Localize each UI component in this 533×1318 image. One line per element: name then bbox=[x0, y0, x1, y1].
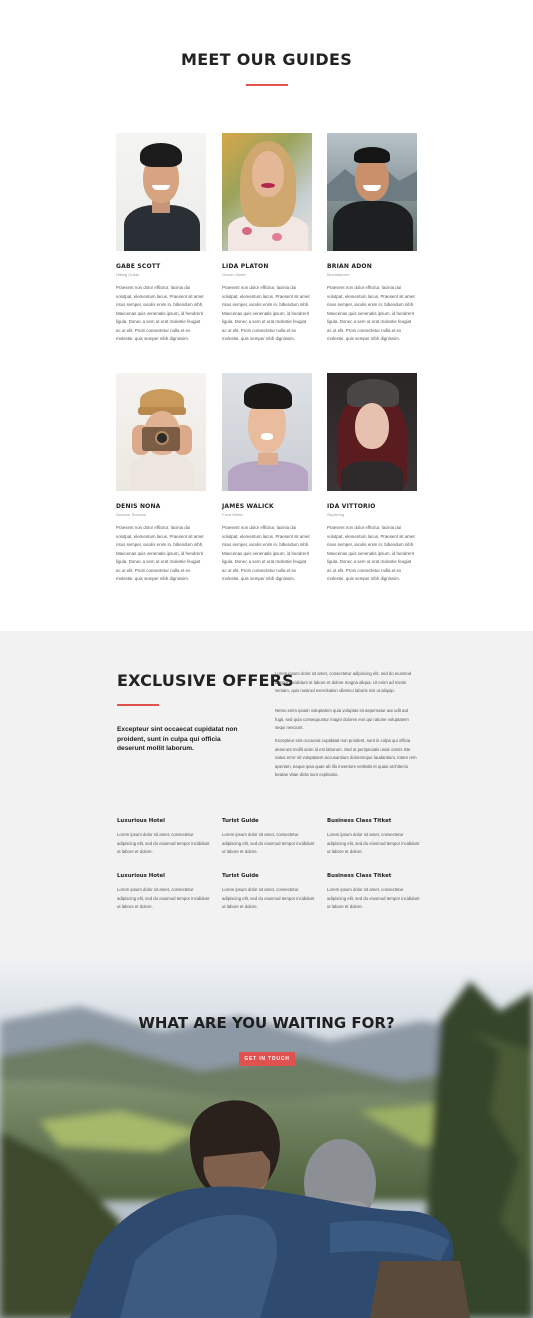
guide-bio: Praesent non dolor efficitur, lacinia du… bbox=[327, 525, 415, 581]
cta-title: WHAT ARE YOU WAITING FOR? bbox=[138, 1014, 395, 1032]
offers-paragraph: Lorem ipsum dolor sit amet, consectetur … bbox=[275, 671, 412, 693]
offers-title-divider bbox=[117, 704, 159, 706]
guide-role: Mountaineer bbox=[327, 272, 350, 277]
guide-photo bbox=[222, 373, 312, 491]
guides-section: MEET OUR GUIDES GABE SCOTT Hiking Guide … bbox=[0, 0, 533, 631]
guide-bio: Praesent non dolor efficitur, lacinia du… bbox=[222, 525, 310, 581]
feature-text: Lorem ipsum dolor sit amet, consectetur … bbox=[327, 887, 420, 909]
guide-card: BRIAN ADON Mountaineer Praesent non dolo… bbox=[327, 133, 417, 344]
feature-title: Business Class Titket bbox=[327, 873, 392, 879]
guide-role: Food Writer bbox=[222, 512, 243, 517]
feature-title: Turist Guide bbox=[222, 818, 259, 824]
guide-card: JAMES WALICK Food Writer Praesent non do… bbox=[222, 373, 312, 584]
offers-lead-text: Excepteur sint occaecat cupidatat non pr… bbox=[117, 726, 238, 752]
guide-name: GABE SCOTT bbox=[116, 263, 161, 270]
guide-bio: Praesent non dolor efficitur, lacinia du… bbox=[222, 285, 310, 341]
guide-name: BRIAN ADON bbox=[327, 263, 372, 270]
cta-section: WHAT ARE YOU WAITING FOR? GET IN TOUCH bbox=[0, 961, 533, 1318]
guide-name: DENIS NONA bbox=[116, 503, 161, 510]
feature-title: Turist Guide bbox=[222, 873, 259, 879]
guide-bio: Praesent non dolor efficitur, lacinia du… bbox=[116, 525, 204, 581]
feature-title: Luxurious Hotel bbox=[117, 873, 166, 879]
feature-item: Turist Guide Lorem ipsum dolor sit amet,… bbox=[222, 818, 318, 857]
guide-card: DENIS NONA Outdoor Survival Praesent non… bbox=[116, 373, 206, 584]
guide-card: GABE SCOTT Hiking Guide Praesent non dol… bbox=[116, 133, 206, 344]
get-in-touch-button[interactable]: GET IN TOUCH bbox=[239, 1052, 295, 1066]
feature-item: Turist Guide Lorem ipsum dolor sit amet,… bbox=[222, 873, 318, 912]
guide-photo bbox=[222, 133, 312, 251]
feature-title: Luxurious Hotel bbox=[117, 818, 166, 824]
guide-bio: Praesent non dolor efficitur, lacinia du… bbox=[327, 285, 415, 341]
guide-name: LIDA PLATON bbox=[222, 263, 269, 270]
guide-name: IDA VITTORIO bbox=[327, 503, 376, 510]
offers-section: EXCLUSIVE OFFERS Excepteur sint occaecat… bbox=[0, 631, 533, 961]
guide-photo bbox=[116, 133, 206, 251]
feature-text: Lorem ipsum dolor sit amet, consectetur … bbox=[327, 832, 420, 854]
feature-text: Lorem ipsum dolor sit amet, consectetur … bbox=[117, 832, 210, 854]
guide-name: JAMES WALICK bbox=[222, 503, 274, 510]
guide-photo bbox=[327, 133, 417, 251]
feature-text: Lorem ipsum dolor sit amet, consectetur … bbox=[222, 887, 315, 909]
offers-paragraph: Excepteur sint occaecat cupidatat non pr… bbox=[275, 738, 417, 777]
guide-card: LIDA PLATON Ocean Guide Praesent non dol… bbox=[222, 133, 312, 344]
guide-role: Outdoor Survival bbox=[116, 512, 146, 517]
feature-text: Lorem ipsum dolor sit amet, consectetur … bbox=[222, 832, 315, 854]
feature-item: Business Class Titket Lorem ipsum dolor … bbox=[327, 873, 423, 912]
feature-title: Business Class Titket bbox=[327, 818, 392, 824]
guide-role: Hiking Guide bbox=[116, 272, 139, 277]
guides-title-divider bbox=[246, 84, 288, 86]
guide-card: IDA VITTORIO Skydiving Praesent non dolo… bbox=[327, 373, 417, 584]
feature-item: Business Class Titket Lorem ipsum dolor … bbox=[327, 818, 423, 857]
feature-item: Luxurious Hotel Lorem ipsum dolor sit am… bbox=[117, 818, 213, 857]
guide-photo bbox=[116, 373, 206, 491]
guides-title: MEET OUR GUIDES bbox=[180, 50, 353, 69]
feature-item: Luxurious Hotel Lorem ipsum dolor sit am… bbox=[117, 873, 213, 912]
guide-photo bbox=[327, 373, 417, 491]
offers-title: EXCLUSIVE OFFERS bbox=[117, 671, 294, 690]
guide-role: Ocean Guide bbox=[222, 272, 246, 277]
feature-text: Lorem ipsum dolor sit amet, consectetur … bbox=[117, 887, 210, 909]
guide-bio: Praesent non dolor efficitur, lacinia du… bbox=[116, 285, 204, 341]
guide-role: Skydiving bbox=[327, 512, 345, 517]
offers-paragraph: Nemo enim ipsam voluptatem quia voluptas… bbox=[275, 708, 409, 730]
